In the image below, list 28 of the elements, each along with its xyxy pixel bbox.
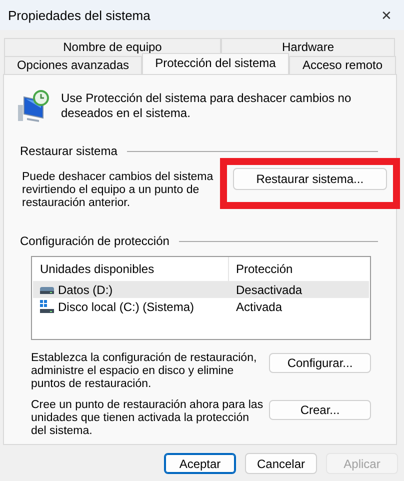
list-row[interactable]: Disco local (C:) (Sistema) Activada [33, 298, 369, 315]
action-description: Establezca la configuración de restauración, administre el espacio en disco y elimine puntos de restauración. [31, 352, 258, 391]
create-button[interactable]: Crear... [269, 400, 371, 420]
configure-button[interactable]: Configurar... [269, 353, 371, 373]
system-drive-icon [39, 300, 55, 314]
dialog-button[interactable]: Cancelar [245, 453, 317, 474]
tab[interactable]: Hardware [221, 38, 395, 56]
group-title: Restaurar sistema [20, 144, 118, 158]
list-row[interactable]: Datos (D:) Desactivada [33, 281, 369, 298]
protection-status: Desactivada [235, 282, 302, 296]
tab[interactable]: Protección del sistema [142, 53, 289, 74]
restore-description: Puede deshacer cambios del sistema revirtiendo el equipo a un punto de restauración anterior. [22, 171, 214, 210]
protection-status: Activada [235, 300, 282, 314]
drive-list[interactable]: Unidades disponibles Protección Datos (D:) Desactivada Disco local (C:) (Sistema) Activada [31, 256, 371, 340]
tab[interactable]: Nombre de equipo [4, 38, 221, 56]
tab[interactable]: Opciones avanzadas [4, 56, 142, 74]
restore-button[interactable]: Restaurar sistema... [232, 168, 387, 190]
tab[interactable]: Acceso remoto [289, 56, 396, 74]
column-header[interactable]: Protección [229, 257, 293, 281]
drive-name: Disco local (C:) (Sistema) [58, 300, 194, 314]
dialog-button[interactable]: Aceptar [164, 453, 236, 474]
group-title: Configuración de protección [20, 234, 170, 248]
intro-text: Use Protección del sistema para deshacer cambios no deseados en el sistema. [61, 91, 352, 121]
close-button[interactable]: ✕ [377, 8, 396, 22]
drive-name: Datos (D:) [58, 282, 113, 296]
window-title: Propiedades del sistema [8, 8, 150, 22]
computer-restore-icon [17, 89, 51, 123]
action-description: Cree un punto de restauración ahora para las unidades que tienen activada la protección del sistema. [31, 399, 264, 438]
